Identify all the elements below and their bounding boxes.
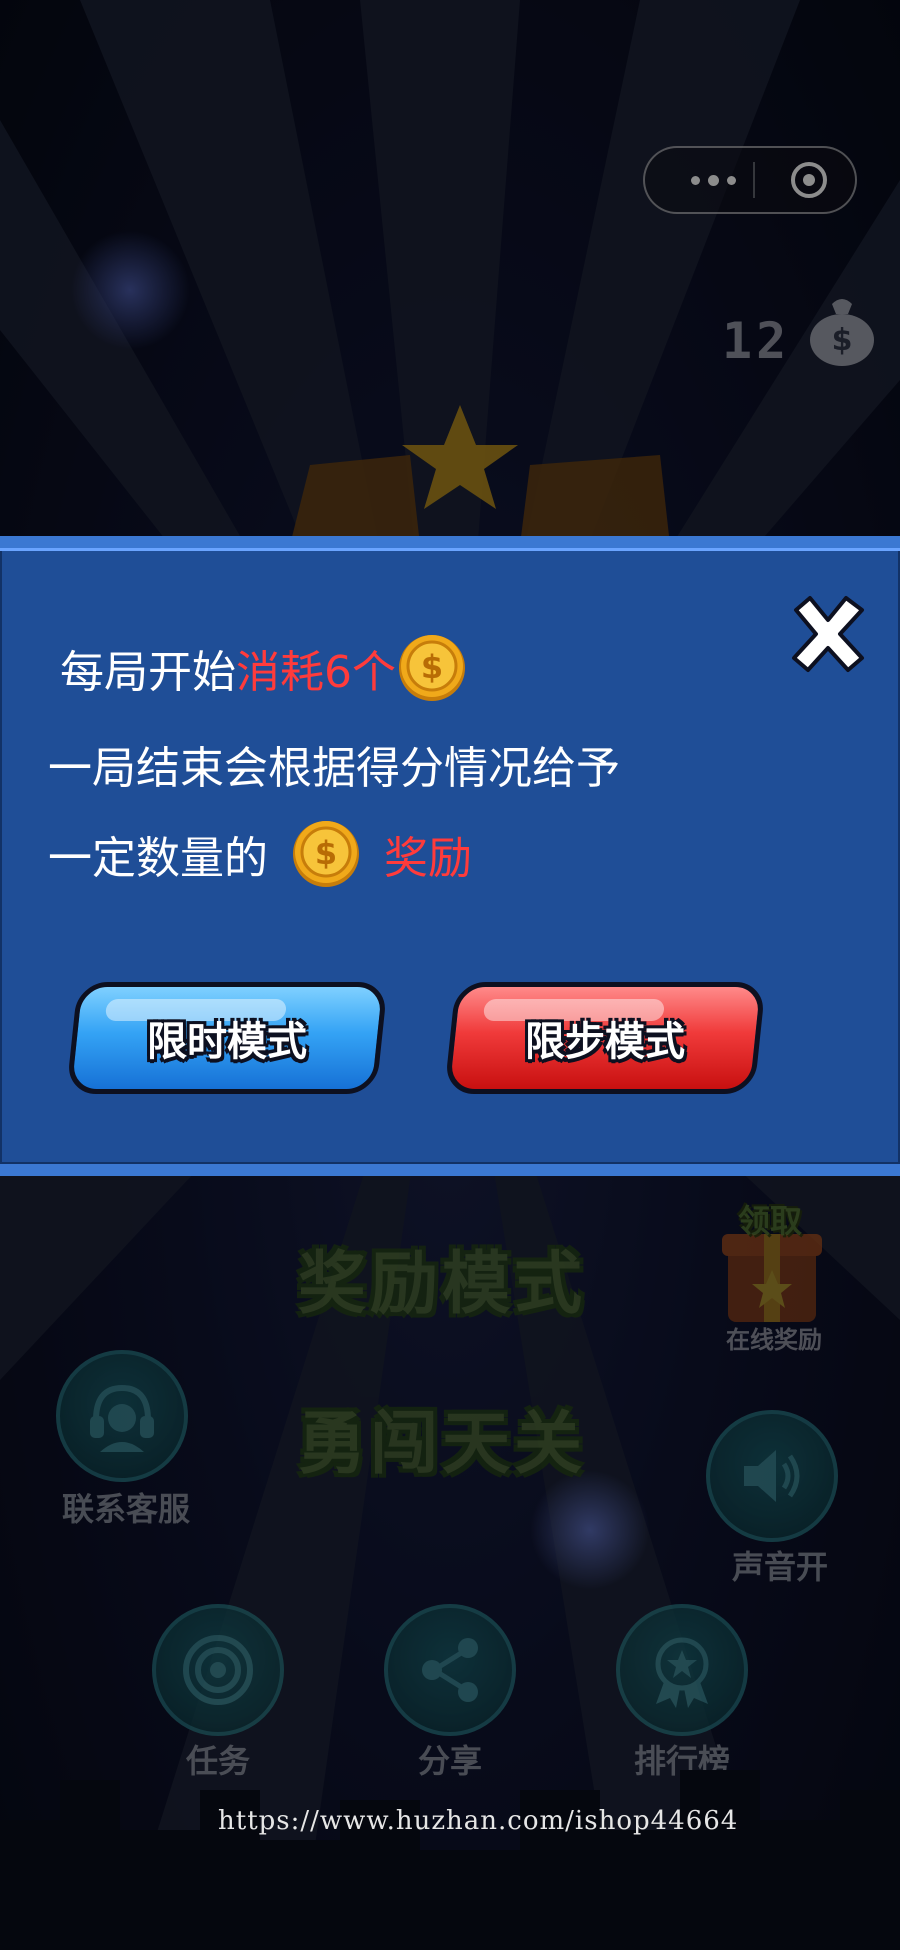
cost-prefix: 每局开始 bbox=[60, 647, 236, 698]
svg-text:$: $ bbox=[421, 648, 443, 686]
gold-coin-icon: $ bbox=[399, 635, 465, 701]
timed-mode-face: 限时模式 bbox=[66, 982, 388, 1094]
mode-select-dialog: 每局开始 消耗6个 $ 一局结束会根据得分情况给予 一定数量的 $ 奖励 限时模… bbox=[0, 536, 900, 1176]
cost-line: 每局开始 消耗6个 $ bbox=[60, 628, 468, 708]
reward-highlight: 奖励 bbox=[384, 833, 472, 884]
watermark: https://www.huzhan.com/ishop44664 bbox=[218, 1806, 739, 1836]
steps-mode-button[interactable]: 限步模式 bbox=[444, 982, 766, 1094]
reward-prefix: 一定数量的 bbox=[48, 833, 268, 884]
close-x-icon[interactable] bbox=[786, 592, 870, 676]
timed-mode-label: 限时模式 bbox=[147, 1019, 307, 1065]
reward-line: 一定数量的 $ 奖励 bbox=[48, 814, 472, 894]
gold-coin-icon: $ bbox=[293, 821, 359, 887]
cost-highlight: 消耗6个 bbox=[236, 647, 396, 698]
timed-mode-button[interactable]: 限时模式 bbox=[66, 982, 388, 1094]
steps-mode-face: 限步模式 bbox=[444, 982, 766, 1094]
steps-mode-label: 限步模式 bbox=[525, 1019, 685, 1065]
svg-text:$: $ bbox=[315, 834, 337, 872]
reward-description-line: 一局结束会根据得分情况给予 bbox=[48, 743, 620, 794]
